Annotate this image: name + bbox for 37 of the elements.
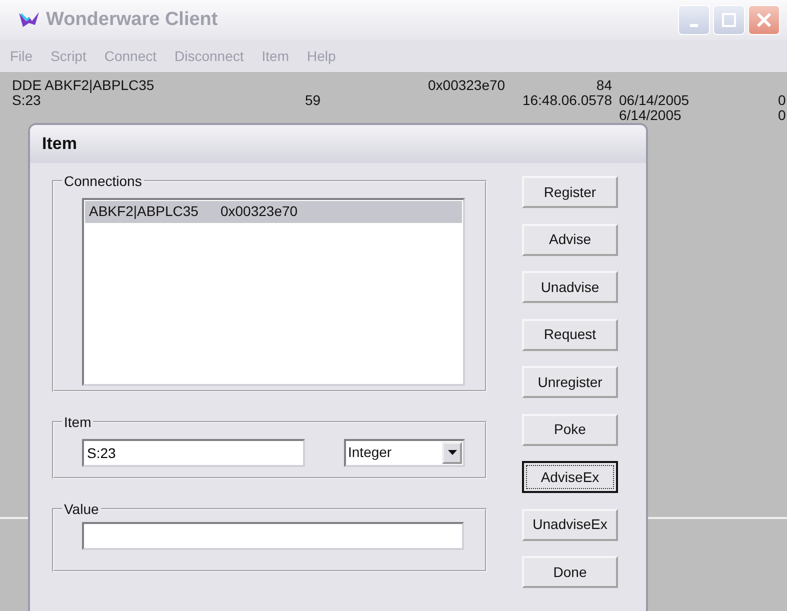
- group-label: Connections: [63, 173, 143, 190]
- bird-icon: [18, 11, 40, 29]
- dialog-button[interactable]: UnadviseEx: [522, 508, 618, 540]
- log-cell-text: 6/14/2005: [618, 108, 682, 123]
- dialog-button[interactable]: Unregister: [522, 366, 618, 398]
- item-field[interactable]: S:23: [82, 438, 305, 467]
- dialog-button[interactable]: Request: [522, 318, 618, 350]
- dialog-title: Item: [42, 134, 77, 154]
- close-icon: [756, 12, 772, 28]
- log-cell-text: 16:48.06.0578: [521, 93, 613, 108]
- log-cell: 0: [778, 108, 787, 123]
- maximize-icon: [722, 13, 736, 27]
- log-cell-text: 06/14/2005: [618, 93, 690, 108]
- group-label: Item: [63, 414, 92, 431]
- value-field[interactable]: [82, 522, 464, 550]
- dialog-button[interactable]: Register: [522, 176, 618, 208]
- window-title: Wonderware Client: [46, 8, 218, 32]
- dialog-button[interactable]: Done: [522, 556, 618, 588]
- log-cell-text: 59: [305, 93, 322, 108]
- log-cell-text: 84: [595, 78, 613, 93]
- minimize-button[interactable]: [678, 5, 710, 35]
- log-cell-text: S:23: [12, 93, 42, 108]
- maximize-button[interactable]: [713, 5, 745, 35]
- dialog-button[interactable]: AdviseEx: [522, 461, 618, 493]
- dialog-button[interactable]: Poke: [522, 414, 618, 446]
- log-cell-text: 0x00323e70: [428, 78, 506, 93]
- connection-item[interactable]: ABKF2|ABPLC35 0x00323e70: [85, 200, 462, 223]
- dialog-button[interactable]: Advise: [522, 224, 618, 256]
- log-cell: 0: [778, 93, 787, 108]
- dropdown-button[interactable]: [442, 442, 462, 464]
- group-label: Value: [63, 500, 100, 518]
- minimize-icon: [690, 24, 698, 26]
- log-cell-text: DDE ABKF2|ABPLC35: [12, 78, 156, 93]
- caret-icon: [448, 450, 456, 456]
- close-button[interactable]: [748, 5, 780, 35]
- type-dropdown[interactable]: Integer: [344, 438, 465, 467]
- dialog-button[interactable]: Unadvise: [522, 271, 618, 303]
